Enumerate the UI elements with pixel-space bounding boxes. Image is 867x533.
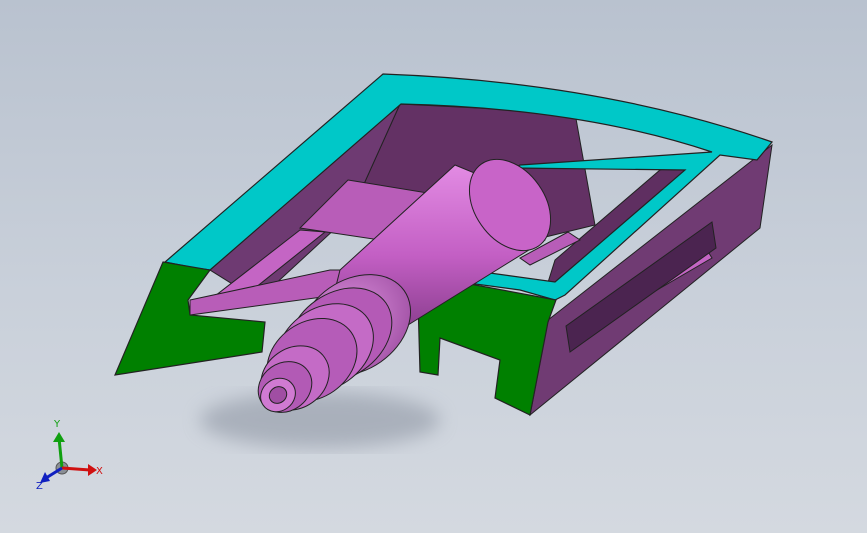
triad-z-label: Z xyxy=(36,481,43,492)
pedal-model-view[interactable]: Y X Z xyxy=(0,0,867,533)
triad-x-axis xyxy=(61,466,91,472)
graphics-viewport[interactable]: Y X Z xyxy=(0,0,867,533)
view-orientation-triad[interactable]: Y X Z xyxy=(36,419,103,492)
triad-y-arrow-icon xyxy=(53,432,65,442)
triad-x-label: X xyxy=(96,466,103,477)
model-shadow xyxy=(200,392,440,448)
triad-y-label: Y xyxy=(53,419,61,430)
